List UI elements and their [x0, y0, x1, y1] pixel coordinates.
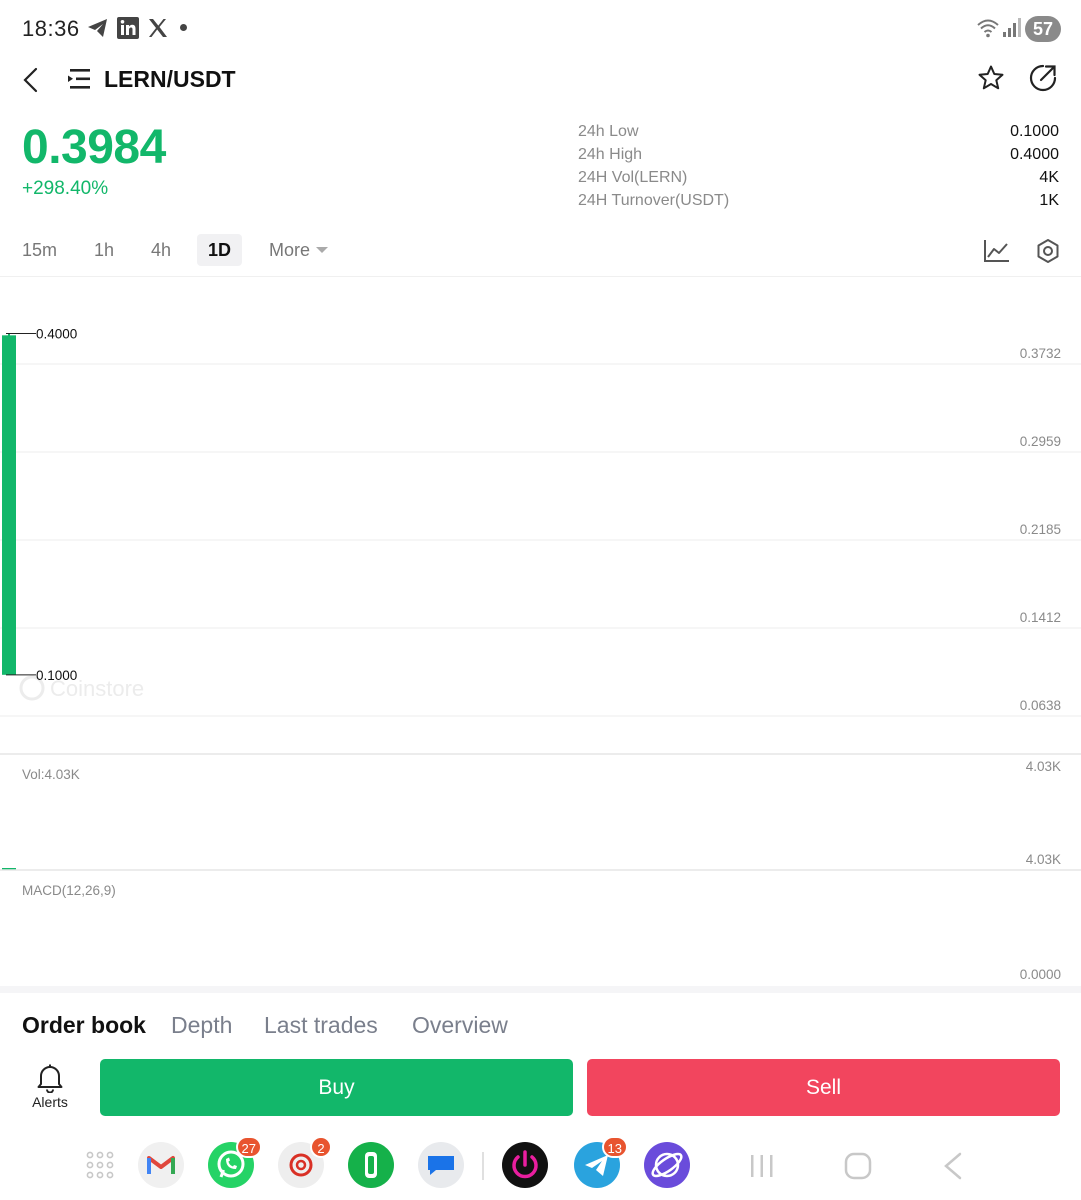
header: LERN/USDT — [0, 58, 1081, 102]
tab-depth[interactable]: Depth — [171, 1012, 232, 1039]
macd-axis-value: 0.0000 — [1020, 967, 1061, 982]
messages-icon[interactable] — [418, 1142, 464, 1188]
phone-icon[interactable] — [348, 1142, 394, 1188]
price-chart[interactable]: 0.37320.29590.21850.14120.0638 Coinstore… — [0, 277, 1081, 990]
telegram-app-icon[interactable]: 13 — [574, 1136, 628, 1188]
wifi-icon — [977, 19, 999, 38]
bell-icon[interactable] — [36, 1063, 64, 1093]
signal-icon — [1003, 18, 1021, 37]
linkedin-icon — [117, 17, 139, 39]
alerts-label[interactable]: Alerts — [22, 1094, 78, 1110]
chevron-down-icon[interactable] — [315, 245, 329, 255]
stat-label-24h-vol: 24H Vol(LERN) — [578, 169, 688, 186]
tab-more[interactable]: More — [269, 240, 310, 261]
candles: 0.4000 0.1000 — [2, 327, 77, 683]
stat-value-24h-turnover: 1K — [1039, 192, 1059, 209]
tab-4h[interactable]: 4h — [151, 240, 171, 261]
telegram-badge: 13 — [601, 1136, 628, 1158]
macd-label: MACD(12,26,9) — [22, 883, 116, 898]
section-gap — [0, 986, 1081, 993]
price-axis: 0.3732 0.2959 0.2185 0.1412 0.0638 — [1020, 346, 1061, 713]
x-icon — [149, 19, 167, 37]
tab-1d[interactable]: 1D — [197, 234, 242, 266]
grid-lines — [0, 363, 1081, 717]
email-badge: 2 — [310, 1136, 332, 1158]
dock-separator — [482, 1152, 484, 1180]
battery-icon: 57 — [1025, 16, 1061, 42]
stat-label-24h-high: 24h High — [578, 146, 643, 163]
tab-15m[interactable]: 15m — [22, 240, 57, 261]
tab-last-trades[interactable]: Last trades — [264, 1012, 378, 1039]
email-icon[interactable]: 2 — [278, 1136, 332, 1188]
price-tick-label: 0.2185 — [1020, 522, 1061, 537]
settings-icon[interactable] — [1035, 238, 1061, 264]
stat-label-24h-low: 24h Low — [578, 123, 639, 140]
stat-label-24h-turnover: 24H Turnover(USDT) — [578, 192, 730, 209]
buy-button[interactable]: Buy — [100, 1059, 573, 1116]
whatsapp-icon[interactable]: 27 — [208, 1136, 262, 1188]
browser-icon[interactable] — [644, 1142, 690, 1188]
tab-order-book[interactable]: Order book — [22, 1012, 146, 1039]
recents-icon[interactable] — [748, 1152, 776, 1180]
menu-icon[interactable] — [66, 67, 92, 91]
stat-value-24h-high: 0.4000 — [1010, 146, 1059, 163]
indicator-icon[interactable] — [983, 238, 1011, 264]
app-dock: 27 2 13 — [0, 1132, 1081, 1200]
volume-label: Vol:4.03K — [22, 767, 80, 782]
price-change: +298.40% — [22, 178, 109, 199]
back-icon[interactable] — [20, 66, 44, 94]
star-icon[interactable] — [977, 64, 1005, 92]
sell-button[interactable]: Sell — [587, 1059, 1060, 1116]
price-tick-label: 0.2959 — [1020, 434, 1061, 449]
gmail-icon[interactable] — [138, 1142, 184, 1188]
status-time: 18:36 — [22, 16, 80, 41]
stat-value-24h-vol: 4K — [1039, 169, 1059, 186]
app-drawer-icon[interactable] — [86, 1151, 114, 1179]
status-bar: 18:36 57 — [0, 0, 1081, 58]
whatsapp-badge: 27 — [235, 1136, 262, 1158]
volume-axis-top: 4.03K — [1026, 759, 1061, 774]
price-tick-label: 0.0638 — [1020, 698, 1061, 713]
volume-axis-bottom: 4.03K — [1026, 852, 1061, 867]
last-price: 0.3984 — [22, 121, 166, 174]
telegram-icon — [88, 19, 107, 37]
notification-dot — [180, 24, 187, 31]
stat-value-24h-low: 0.1000 — [1010, 123, 1059, 140]
high-marker-label: 0.4000 — [36, 327, 77, 342]
home-icon[interactable] — [843, 1151, 873, 1181]
price-tick-label: 0.1412 — [1020, 610, 1061, 625]
tab-1h[interactable]: 1h — [94, 240, 114, 261]
power-app-icon[interactable] — [502, 1142, 548, 1188]
nav-back-icon[interactable] — [940, 1151, 966, 1181]
price-tick-label: 0.3732 — [1020, 346, 1061, 361]
share-icon[interactable] — [1028, 63, 1058, 93]
pair-title[interactable]: LERN/USDT — [104, 66, 236, 93]
tab-overview[interactable]: Overview — [412, 1012, 508, 1039]
low-marker-label: 0.1000 — [36, 668, 77, 683]
